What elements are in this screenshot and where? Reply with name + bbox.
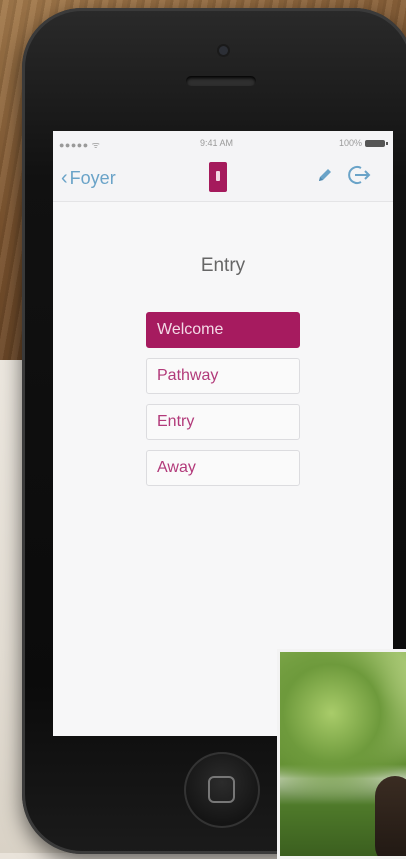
light-switch-icon xyxy=(209,162,227,192)
navigation-bar: ‹ Foyer xyxy=(53,153,393,202)
home-square-icon xyxy=(208,776,235,803)
battery-indicator: 100% xyxy=(338,138,388,148)
sign-out-icon[interactable] xyxy=(345,164,373,186)
status-bar: ●●●●● ᯤ 9:41 AM 100% xyxy=(53,131,393,153)
earpiece-speaker xyxy=(186,76,256,86)
page-title: Entry xyxy=(200,255,246,276)
pencil-icon[interactable] xyxy=(315,165,335,185)
chevron-left-icon: ‹ xyxy=(61,167,68,189)
front-camera xyxy=(219,46,228,55)
battery-icon xyxy=(365,139,388,147)
scene-button-away[interactable]: Away xyxy=(146,450,300,486)
home-button[interactable] xyxy=(184,752,260,828)
scene-button-entry[interactable]: Entry xyxy=(146,404,300,440)
status-time: 9:41 AM xyxy=(200,138,234,148)
carrier-signal: ●●●●● ᯤ xyxy=(59,140,101,150)
scene-button-pathway[interactable]: Pathway xyxy=(146,358,300,394)
back-button[interactable]: ‹ Foyer xyxy=(61,167,116,190)
scene-list: Welcome Pathway Entry Away xyxy=(146,312,300,496)
battery-percent: 100% xyxy=(338,138,362,148)
scene-button-welcome[interactable]: Welcome xyxy=(146,312,300,348)
inset-photo xyxy=(277,649,406,859)
phone-screen: ●●●●● ᯤ 9:41 AM 100% ‹ Foyer Entry Welco… xyxy=(53,131,393,736)
back-label: Foyer xyxy=(69,168,116,188)
hand-holding-phone xyxy=(375,776,406,856)
